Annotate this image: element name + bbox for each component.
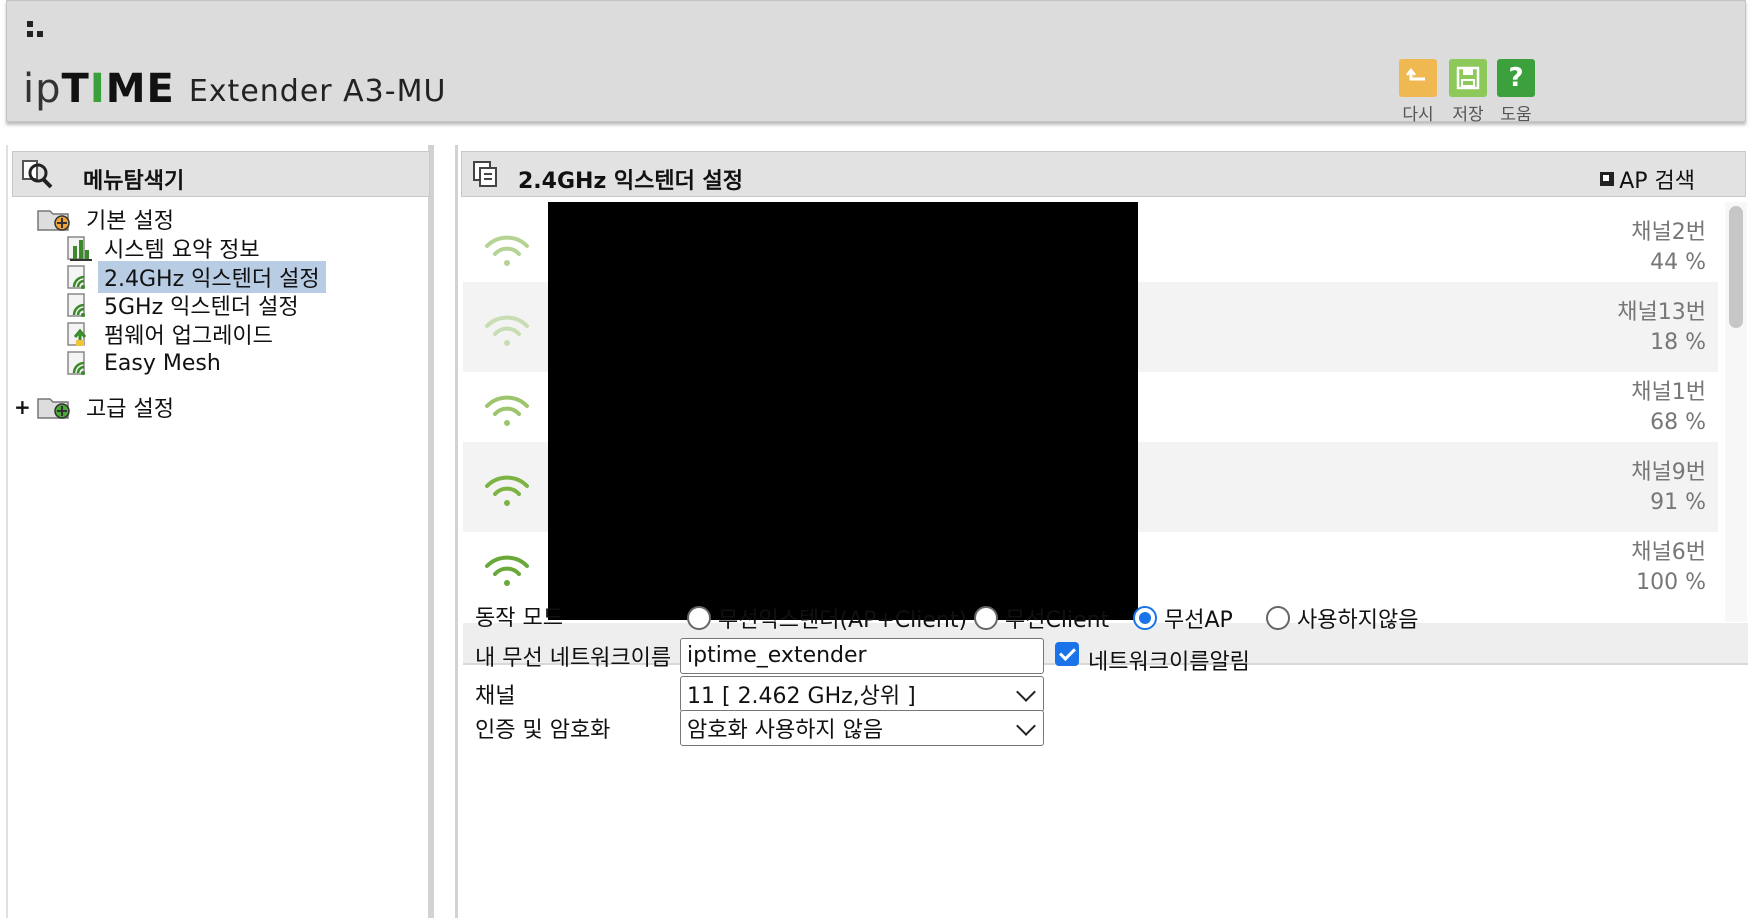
expand-plus-icon[interactable]: + — [14, 395, 36, 419]
ssid-label: 내 무선 네트워크이름 — [475, 646, 672, 671]
menu-explorer-header: 메뉴탐색기 — [12, 151, 430, 197]
ap-signal: 100 % — [1636, 570, 1706, 595]
mode-label: 동작 모드 — [475, 606, 563, 631]
chart-icon — [66, 234, 94, 262]
chevron-down-icon — [1016, 716, 1036, 736]
auth-select[interactable]: 암호화 사용하지 않음 — [680, 710, 1044, 746]
wireless-doc-icon — [66, 263, 94, 291]
wireless-doc-icon — [66, 291, 94, 319]
ap-signal: 44 % — [1650, 250, 1706, 275]
broadcast-ssid-label: 네트워크이름알림 — [1088, 650, 1250, 675]
scrollbar-thumb[interactable] — [1729, 206, 1743, 328]
broadcast-ssid-checkbox[interactable] — [1055, 642, 1079, 666]
menu-explorer-title: 메뉴탐색기 — [83, 169, 185, 194]
tree-folder-basic[interactable]: 기본 설정 — [36, 203, 180, 235]
redacted-ssid-area — [548, 202, 1138, 620]
undo-icon — [1399, 59, 1437, 97]
main-panel: 2.4GHz 익스텐더 설정 AP 검색 채널2번 44 % 채널13번 18 … — [455, 145, 1748, 918]
page-title: 2.4GHz 익스텐더 설정 — [518, 169, 744, 194]
tree-folder-advanced[interactable]: + 고급 설정 — [14, 391, 180, 423]
ap-channel: 채널9번 — [1631, 460, 1706, 485]
help-icon: ? — [1497, 59, 1535, 97]
wifi-signal-icon — [477, 308, 537, 350]
radio-disabled[interactable] — [1266, 606, 1290, 630]
main-panel-header: 2.4GHz 익스텐더 설정 AP 검색 — [461, 151, 1746, 197]
ap-signal: 68 % — [1650, 410, 1706, 435]
brand-logo: ip TIME Extender A3-MU — [23, 66, 447, 112]
ap-list-scrollbar[interactable] — [1725, 202, 1747, 622]
mode-option-ap[interactable]: 무선AP — [1133, 602, 1233, 634]
ap-signal: 91 % — [1650, 490, 1706, 515]
folder-settings-icon — [36, 205, 76, 233]
reset-button[interactable]: 다시 — [1397, 59, 1439, 125]
ssid-input[interactable]: iptime_extender — [680, 638, 1044, 674]
radio-client[interactable] — [974, 606, 998, 630]
tree-item-easy-mesh[interactable]: Easy Mesh — [66, 347, 227, 379]
tree-item-system-summary[interactable]: 시스템 요약 정보 — [66, 232, 266, 264]
menu-explorer: 메뉴탐색기 기본 설정 시스템 요약 정보 2.4GHz 익스텐더 설정 5GH… — [6, 145, 434, 918]
ap-search-button[interactable]: AP 검색 — [1600, 163, 1695, 195]
mode-option-extender[interactable]: 무선익스텐더(AP+Client) — [687, 602, 967, 634]
search-magnifier-icon — [21, 158, 55, 194]
menu-dots-icon — [25, 21, 45, 45]
channel-label: 채널 — [475, 684, 516, 709]
tree-item-5ghz-extender[interactable]: 5GHz 익스텐더 설정 — [66, 289, 305, 321]
auth-label: 인증 및 암호화 — [475, 718, 611, 743]
mode-option-client[interactable]: 무선Client — [974, 602, 1109, 634]
upgrade-doc-icon — [66, 320, 94, 348]
wifi-signal-icon — [477, 388, 537, 430]
radio-ap[interactable] — [1133, 606, 1157, 630]
save-button[interactable]: 저장 — [1447, 59, 1489, 125]
model-name: Extender A3-MU — [188, 74, 447, 109]
wifi-signal-icon — [477, 548, 537, 590]
ap-channel: 채널13번 — [1617, 300, 1706, 325]
folder-advanced-icon — [36, 393, 76, 421]
channel-select[interactable]: 11 [ 2.462 GHz,상위 ] — [680, 676, 1044, 712]
page-copy-icon — [472, 160, 500, 192]
ap-channel: 채널1번 — [1631, 380, 1706, 405]
ap-signal: 18 % — [1650, 330, 1706, 355]
wireless-doc-icon — [66, 349, 94, 377]
help-button[interactable]: ? 도움 — [1495, 59, 1537, 125]
tree-item-firmware-upgrade[interactable]: 펌웨어 업그레이드 — [66, 318, 279, 350]
wifi-signal-icon — [477, 468, 537, 510]
ap-search-icon — [1600, 172, 1615, 186]
save-icon — [1449, 59, 1487, 97]
ap-channel: 채널6번 — [1631, 540, 1706, 565]
chevron-down-icon — [1016, 682, 1036, 702]
mode-option-disabled[interactable]: 사용하지않음 — [1266, 602, 1418, 634]
app-header: ip TIME Extender A3-MU 다시 저장 ? 도움 — [6, 0, 1746, 125]
ap-channel: 채널2번 — [1631, 220, 1706, 245]
radio-extender[interactable] — [687, 606, 711, 630]
wifi-signal-icon — [477, 228, 537, 270]
